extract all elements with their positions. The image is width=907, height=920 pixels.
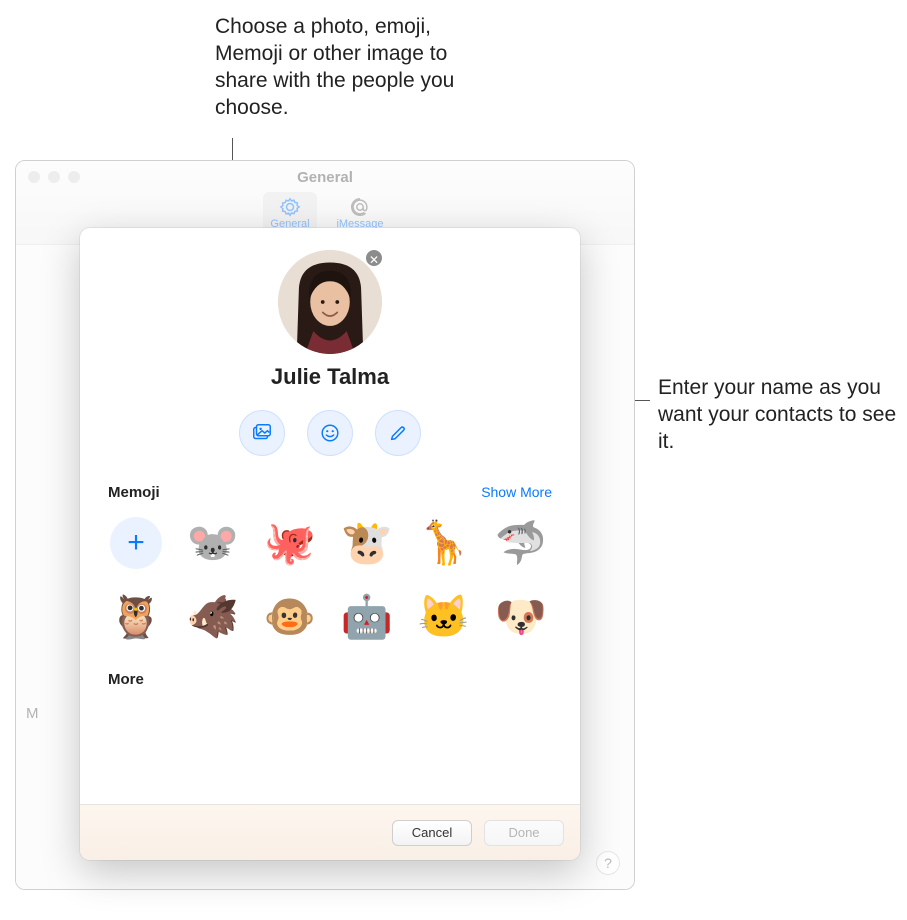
photos-button[interactable] <box>239 410 285 456</box>
memoji-section-header: Memoji Show More <box>108 484 552 501</box>
memoji-grid: + 🐭 🐙 🐮 🦒 🦈 🦉 🐗 🐵 🤖 🐱 🐶 <box>108 515 552 645</box>
more-section-title: More <box>108 671 552 688</box>
memoji-cat[interactable]: 🐱 <box>416 589 472 645</box>
memoji-title: Memoji <box>108 484 160 501</box>
done-button[interactable]: Done <box>484 820 564 846</box>
avatar[interactable] <box>278 250 382 354</box>
memoji-shark[interactable]: 🦈 <box>493 515 549 571</box>
memoji-robot[interactable]: 🤖 <box>339 589 395 645</box>
avatar-container: ✕ <box>278 250 382 354</box>
memoji-mouse[interactable]: 🐭 <box>185 515 241 571</box>
pencil-icon <box>387 422 409 444</box>
callout-choose-photo: Choose a photo, emoji, Memoji or other i… <box>215 14 495 122</box>
edit-button[interactable] <box>375 410 421 456</box>
sheet-content: ✕ <box>80 228 580 804</box>
help-button[interactable]: ? <box>596 851 620 875</box>
display-name-field[interactable] <box>200 364 460 390</box>
traffic-lights[interactable] <box>28 171 80 183</box>
close-window-button[interactable] <box>28 171 40 183</box>
truncated-label: M <box>26 705 39 722</box>
cancel-button[interactable]: Cancel <box>392 820 472 846</box>
emoji-button[interactable] <box>307 410 353 456</box>
gear-icon <box>279 196 301 218</box>
show-more-button[interactable]: Show More <box>481 484 552 500</box>
memoji-cow[interactable]: 🐮 <box>339 515 395 571</box>
avatar-illustration <box>278 250 382 354</box>
memoji-owl[interactable]: 🦉 <box>108 589 164 645</box>
memoji-giraffe[interactable]: 🦒 <box>416 515 472 571</box>
minimize-window-button[interactable] <box>48 171 60 183</box>
callout-enter-name: Enter your name as you want your contact… <box>658 375 898 456</box>
window-title: General <box>16 161 634 186</box>
photos-icon <box>251 422 273 444</box>
memoji-boar[interactable]: 🐗 <box>185 589 241 645</box>
memoji-dog[interactable]: 🐶 <box>493 589 549 645</box>
avatar-source-row <box>108 410 552 456</box>
memoji-monkey[interactable]: 🐵 <box>262 589 318 645</box>
add-memoji-button[interactable]: + <box>108 515 164 571</box>
memoji-octopus[interactable]: 🐙 <box>262 515 318 571</box>
at-sign-icon <box>349 196 371 218</box>
smiley-icon <box>319 422 341 444</box>
zoom-window-button[interactable] <box>68 171 80 183</box>
clear-avatar-button[interactable]: ✕ <box>364 248 384 268</box>
share-name-photo-sheet: ✕ <box>80 228 580 860</box>
plus-icon: + <box>110 517 162 569</box>
sheet-footer: Cancel Done <box>80 804 580 860</box>
